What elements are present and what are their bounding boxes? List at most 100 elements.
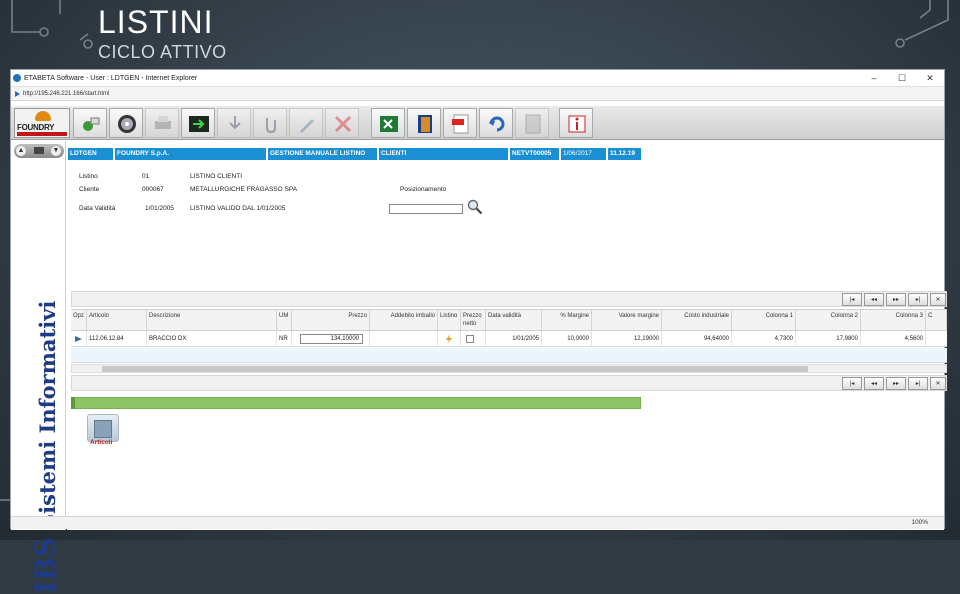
progress-bar-start <box>71 397 75 409</box>
nav-up-icon[interactable]: ▲ <box>16 146 26 156</box>
col-colonna-2[interactable]: Colonna 2 <box>796 310 861 332</box>
table-row[interactable]: 112.06.12.84 BRACCIO DX NR 134,10000 1/0… <box>71 331 947 347</box>
cell-margine-pct: 10,0000 <box>542 331 592 347</box>
col-articolo[interactable]: Articolo <box>87 310 147 332</box>
prev-page-button[interactable]: ◂◂ <box>864 293 884 306</box>
ibs-tagline: Sistemi Informativi <box>35 300 60 530</box>
header-user: LDTGEN <box>68 148 114 160</box>
attach-button[interactable] <box>253 108 287 138</box>
left-rail: ▲ ▼ IBS Sistemi Informativi <box>11 141 66 594</box>
disc-button[interactable] <box>109 108 143 138</box>
pager-bottom: |◂ ◂◂ ▸▸ ▸| ✕ <box>71 375 947 391</box>
validita-date: 1/01/2005 <box>145 205 174 212</box>
header-date: 1/06/2017 <box>561 148 607 160</box>
logo-text: FOUNDRY <box>17 123 55 132</box>
minimize-button[interactable]: – <box>860 73 888 84</box>
zoom-level[interactable]: 100% <box>911 519 928 526</box>
pager-top: |◂ ◂◂ ▸▸ ▸| ✕ <box>71 291 947 307</box>
print-button[interactable] <box>145 108 179 138</box>
exit-button[interactable] <box>181 108 215 138</box>
prev-page-button-bottom[interactable]: ◂◂ <box>864 377 884 390</box>
header-function: GESTIONE MANUALE LISTINO <box>268 148 378 160</box>
main-panel: LDTGEN FOUNDRY S.p.A. GESTIONE MANUALE L… <box>67 141 947 530</box>
first-page-button[interactable]: |◂ <box>842 293 862 306</box>
prezzo-netto-checkbox[interactable] <box>466 335 474 343</box>
validita-label: Data Validità <box>79 205 116 212</box>
header-company: FOUNDRY S.p.A. <box>115 148 267 160</box>
download-icon <box>229 116 241 130</box>
cliente-code: 000067 <box>142 186 164 193</box>
pen-button[interactable] <box>289 108 323 138</box>
ibs-brand: IBS <box>29 537 62 594</box>
close-button[interactable]: ✕ <box>916 73 944 84</box>
print-icon <box>155 116 171 129</box>
lightning-icon[interactable] <box>444 334 454 344</box>
row-option-cell[interactable] <box>71 331 87 347</box>
last-page-button-bottom[interactable]: ▸| <box>908 377 928 390</box>
header-section: CLIENTI <box>379 148 509 160</box>
page-icon <box>15 90 20 97</box>
listino-label: Listino <box>79 173 98 180</box>
door-button[interactable] <box>407 108 441 138</box>
first-page-button-bottom[interactable]: |◂ <box>842 377 862 390</box>
connect-button[interactable] <box>73 108 107 138</box>
delete-button[interactable] <box>325 108 359 138</box>
cell-prezzo: 134,10000 <box>292 331 370 347</box>
col-um[interactable]: UM <box>277 310 292 332</box>
cell-colonna-1: 4,7300 <box>732 331 796 347</box>
col-opz[interactable]: Opz <box>71 310 87 332</box>
row-select-icon[interactable] <box>75 336 82 342</box>
header-terminal: NETVT00005 <box>510 148 560 160</box>
col-listino[interactable]: Listino <box>438 310 461 332</box>
col-c[interactable]: C <box>926 310 947 332</box>
slide-subtitle: CICLO ATTIVO <box>98 42 227 62</box>
nav-menu-icon[interactable] <box>34 147 44 154</box>
cliente-label: Cliente <box>79 186 100 193</box>
col-costo-industriale[interactable]: Costo industriale <box>662 310 732 332</box>
listino-code: 01 <box>142 173 150 180</box>
pdf-icon <box>452 114 469 134</box>
cell-colonna-3: 4,5600 <box>861 331 926 347</box>
col-colonna-1[interactable]: Colonna 1 <box>732 310 796 332</box>
posizionamento-input[interactable] <box>389 204 463 214</box>
logo-drop-icon <box>35 111 51 121</box>
cell-valore-margine: 12,19000 <box>592 331 662 347</box>
articoli-button[interactable] <box>87 414 119 442</box>
posizionamento-label: Posizionamento <box>400 186 447 193</box>
nav-down-icon[interactable]: ▼ <box>51 146 61 156</box>
address-bar[interactable]: http://195.246.221.166/start.html <box>11 87 944 101</box>
excel-icon <box>380 116 398 132</box>
col-colonna-3[interactable]: Colonna 3 <box>861 310 926 332</box>
col-descrizione[interactable]: Descrizione <box>147 310 277 332</box>
articoli-label[interactable]: Articoli <box>90 439 112 446</box>
maximize-button[interactable]: ☐ <box>888 73 916 84</box>
col-prezzo[interactable]: Prezzo <box>292 310 370 332</box>
next-page-button[interactable]: ▸▸ <box>886 293 906 306</box>
col-data-validita[interactable]: Data validità <box>486 310 542 332</box>
col-valore-margine[interactable]: Valore margine <box>592 310 662 332</box>
cell-colonna-2: 17,9800 <box>796 331 861 347</box>
window-title: ETABETA Software - User : LDTGEN - Inter… <box>24 74 198 82</box>
prezzo-input[interactable]: 134,10000 <box>300 334 363 344</box>
horizontal-scrollbar[interactable] <box>71 364 947 373</box>
col-margine-pct[interactable]: % Margine <box>542 310 592 332</box>
slide-title: LISTINI <box>98 4 214 40</box>
download-button[interactable] <box>217 108 251 138</box>
col-addebito[interactable]: Addebito imballo <box>370 310 438 332</box>
refresh-button[interactable] <box>479 108 513 138</box>
info-button[interactable] <box>559 108 593 138</box>
search-icon[interactable] <box>467 199 483 215</box>
excel-button[interactable] <box>371 108 405 138</box>
last-page-button[interactable]: ▸| <box>908 293 928 306</box>
cell-descrizione: BRACCIO DX <box>147 331 277 347</box>
next-page-button-bottom[interactable]: ▸▸ <box>886 377 906 390</box>
exit-icon <box>189 116 209 132</box>
pdf-button[interactable] <box>443 108 477 138</box>
progress-bar <box>71 397 641 409</box>
close-grid-button[interactable]: ✕ <box>930 293 946 306</box>
close-grid-button-bottom[interactable]: ✕ <box>930 377 946 390</box>
scrollbar-thumb[interactable] <box>102 366 808 372</box>
calculator-button[interactable] <box>515 108 549 138</box>
cliente-desc: METALLURGICHE FRAGASSO SPA <box>190 186 298 193</box>
col-prezzo-netto[interactable]: Prezzo netto <box>461 310 486 332</box>
